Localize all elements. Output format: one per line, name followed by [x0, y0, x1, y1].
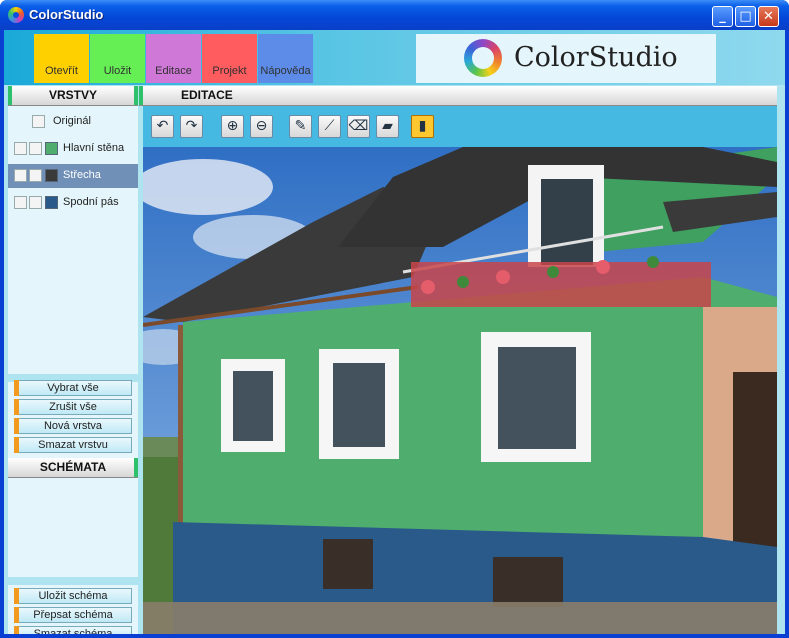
delete-layer-button[interactable]: Smazat vrstvu: [14, 437, 132, 453]
menu-bar: Otevřít Uložit Editace Projekt Nápověda …: [4, 30, 785, 85]
flower: [596, 260, 610, 274]
tab-open[interactable]: Otevřít: [34, 34, 89, 83]
tab-project[interactable]: Projekt: [202, 34, 257, 83]
layer-item-roof[interactable]: Střecha: [8, 164, 138, 188]
tab-save[interactable]: Uložit: [90, 34, 145, 83]
palette-icon[interactable]: ▮: [411, 115, 434, 138]
layer-item-base-strip[interactable]: Spodní pás: [8, 191, 138, 215]
tab-edit-label: Editace: [155, 65, 192, 77]
tab-help-label: Nápověda: [260, 65, 311, 77]
layer-label: Originál: [53, 115, 91, 127]
brand-logo: ColorStudio: [416, 34, 716, 83]
select-all-button[interactable]: Vybrat vše: [14, 380, 132, 396]
flower: [547, 266, 559, 278]
editor-title: EDITACE: [181, 88, 233, 102]
layer-color-swatch[interactable]: [45, 169, 58, 182]
layer-label: Spodní pás: [63, 196, 119, 208]
maximize-button[interactable]: □: [735, 6, 756, 27]
window-mid-glass: [333, 363, 385, 447]
distant-trees: [143, 437, 183, 457]
bucket-icon[interactable]: ▰: [376, 115, 399, 138]
pencil-icon[interactable]: ✎: [289, 115, 312, 138]
schemes-title: SCHÉMATA: [39, 460, 107, 474]
layers-title: VRSTVY: [48, 88, 97, 102]
layer-color-swatch[interactable]: [45, 142, 58, 155]
flower: [421, 280, 435, 294]
editor-header: EDITACE: [139, 86, 777, 106]
house-photo: [143, 147, 777, 634]
deselect-all-button[interactable]: Zrušit vše: [14, 399, 132, 415]
flower-boxes: [411, 262, 711, 307]
polygon-icon[interactable]: ⟋: [318, 115, 341, 138]
tab-save-label: Uložit: [103, 65, 132, 77]
overwrite-scheme-button[interactable]: Přepsat schéma: [14, 607, 132, 623]
tab-edit[interactable]: Editace: [146, 34, 201, 83]
layer-visibility-checkbox[interactable]: [29, 169, 42, 182]
tab-help[interactable]: Nápověda: [258, 34, 313, 83]
left-panel: Originál Hlavní stěna Střecha Spodní pás: [8, 106, 138, 634]
save-scheme-button[interactable]: Uložit schéma: [14, 588, 132, 604]
image-canvas[interactable]: [143, 147, 777, 634]
layer-visibility-checkbox[interactable]: [32, 115, 45, 128]
layer-item-original[interactable]: Originál: [8, 110, 138, 134]
eraser-icon[interactable]: ⌫: [347, 115, 370, 138]
layer-label: Hlavní stěna: [63, 142, 125, 154]
panel-separator: [8, 577, 138, 585]
layer-eye-icon[interactable]: [14, 142, 27, 155]
client-area: Otevřít Uložit Editace Projekt Nápověda …: [4, 30, 785, 634]
close-button[interactable]: ✕: [758, 6, 779, 27]
layer-item-main-wall[interactable]: Hlavní stěna: [8, 137, 138, 161]
minimize-button[interactable]: _: [712, 6, 733, 27]
color-ring-icon: [464, 39, 502, 77]
window-left-glass: [233, 371, 273, 441]
redo-icon[interactable]: ↷: [180, 115, 203, 138]
zoom-out-icon[interactable]: ⊖: [250, 115, 273, 138]
tab-project-label: Projekt: [212, 65, 247, 77]
ground-gravel: [143, 602, 777, 634]
layer-eye-icon[interactable]: [14, 169, 27, 182]
window-title: ColorStudio: [29, 7, 104, 22]
editor-toolbar: ↶ ↷ ⊕ ⊖ ✎ ⟋ ⌫ ▰ ▮: [143, 106, 777, 149]
header-marker: [139, 86, 143, 105]
undo-icon[interactable]: ↶: [151, 115, 174, 138]
delete-scheme-button[interactable]: Smazat schéma: [14, 626, 132, 634]
cellar-window: [323, 539, 373, 589]
layer-visibility-checkbox[interactable]: [29, 196, 42, 209]
new-layer-button[interactable]: Nová vrstva: [14, 418, 132, 434]
window-right-glass: [498, 347, 576, 449]
zoom-in-icon[interactable]: ⊕: [221, 115, 244, 138]
upper-window-glass: [541, 179, 593, 265]
flower: [496, 270, 510, 284]
flower: [647, 256, 659, 268]
app-window: ColorStudio _ □ ✕ Otevřít Uložit Editace…: [0, 0, 789, 638]
layers-header: VRSTVY: [8, 86, 138, 106]
cellar-window: [493, 557, 563, 607]
layer-color-swatch[interactable]: [45, 196, 58, 209]
tab-open-label: Otevřít: [44, 65, 78, 77]
title-bar[interactable]: ColorStudio _ □ ✕: [0, 0, 789, 30]
flower: [457, 276, 469, 288]
brand-name: ColorStudio: [514, 42, 678, 73]
layer-label: Střecha: [63, 169, 101, 181]
app-logo-icon: [8, 7, 24, 23]
schemes-header: SCHÉMATA: [8, 458, 138, 478]
layer-visibility-checkbox[interactable]: [29, 142, 42, 155]
layer-eye-icon[interactable]: [14, 196, 27, 209]
